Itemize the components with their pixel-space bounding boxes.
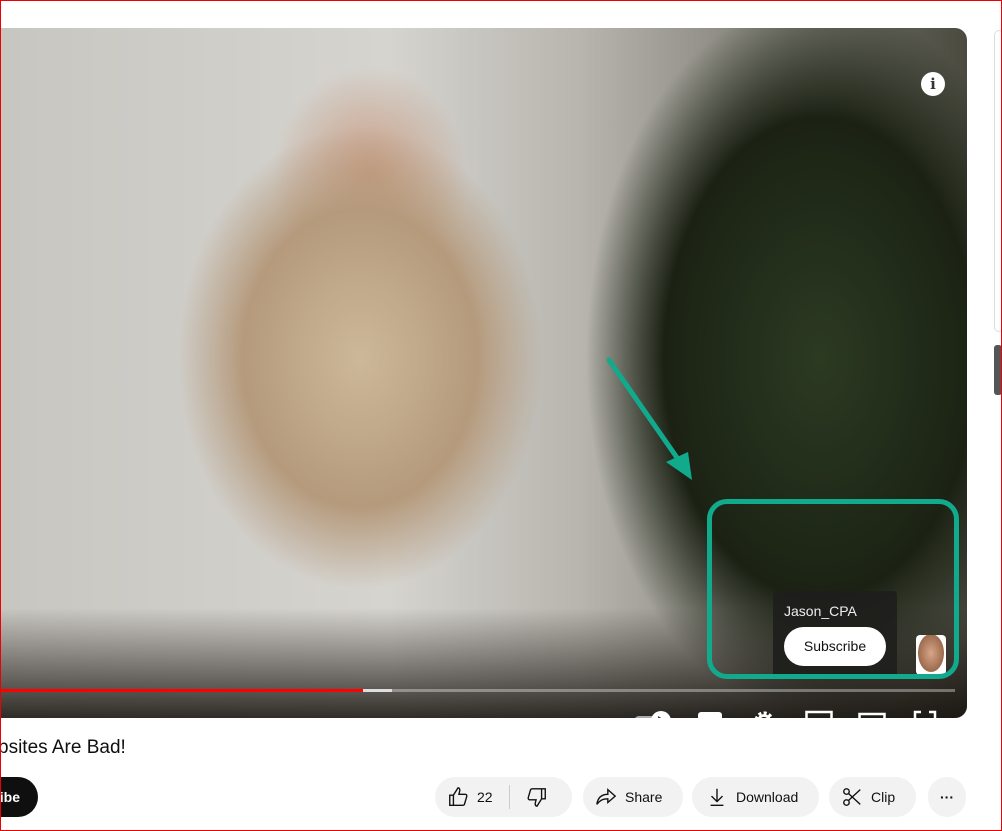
annotation-arrow-icon: [606, 357, 692, 480]
annotation-highlight-box: [707, 499, 959, 679]
